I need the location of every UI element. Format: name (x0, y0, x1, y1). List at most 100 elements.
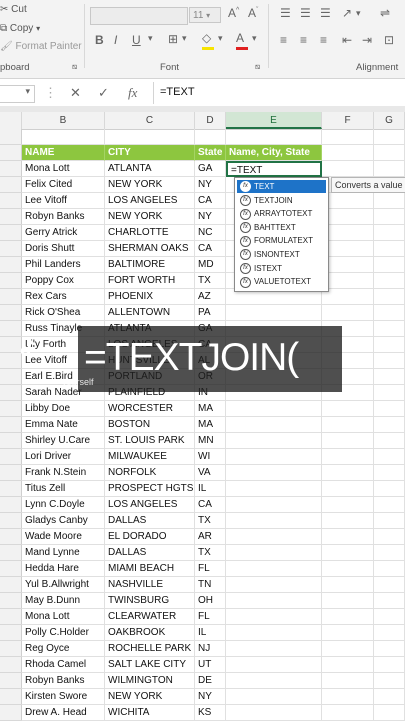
active-edit-cell[interactable]: =TEXT (226, 161, 322, 177)
autocomplete-item[interactable]: fx TEXTJOIN (237, 194, 326, 207)
row-header[interactable] (0, 641, 22, 657)
cell-g[interactable] (374, 481, 405, 497)
font-name-select[interactable] (90, 7, 188, 25)
cell-city[interactable]: LOS ANGELES (105, 193, 195, 209)
cell-name[interactable]: Kirsten Swore (22, 689, 105, 705)
cell-state[interactable]: VA (195, 465, 226, 481)
row-header[interactable] (0, 401, 22, 417)
enter-icon[interactable]: ✓ (98, 85, 109, 101)
autocomplete-item[interactable]: fx TEXT (237, 180, 326, 193)
cell-name[interactable]: Shirley U.Care (22, 433, 105, 449)
cell-state[interactable]: CA (195, 193, 226, 209)
cell-city[interactable]: PHOENIX (105, 289, 195, 305)
cell-g[interactable] (374, 401, 405, 417)
column-header-d[interactable]: D (195, 112, 226, 129)
cell-state[interactable]: OH (195, 593, 226, 609)
cell-name[interactable]: Titus Zell (22, 481, 105, 497)
cell-name[interactable]: Mona Lott (22, 609, 105, 625)
cell-g[interactable] (374, 465, 405, 481)
cell-combo[interactable] (226, 481, 322, 497)
align-middle-icon[interactable]: ☰ (300, 6, 311, 20)
cell-g[interactable] (374, 305, 405, 321)
cell-f[interactable] (322, 513, 374, 529)
chevron-down-icon[interactable]: ▾ (25, 86, 30, 97)
cell-g[interactable] (374, 193, 405, 209)
cell-combo[interactable] (226, 497, 322, 513)
cell-name[interactable]: Reg Oyce (22, 641, 105, 657)
row-header[interactable] (0, 561, 22, 577)
cell-state[interactable]: NY (195, 209, 226, 225)
row-header[interactable] (0, 673, 22, 689)
cell-combo[interactable] (226, 705, 322, 721)
row-header[interactable] (0, 481, 22, 497)
cell-f[interactable] (322, 497, 374, 513)
cell-combo[interactable] (226, 465, 322, 481)
insert-function-icon[interactable]: fx (128, 85, 137, 101)
cell-name[interactable]: Wade Moore (22, 529, 105, 545)
cell-g[interactable] (374, 497, 405, 513)
cell-name[interactable]: May B.Dunn (22, 593, 105, 609)
row-header[interactable] (0, 465, 22, 481)
borders-icon[interactable]: ⊞ (168, 32, 178, 46)
cell-state[interactable]: TX (195, 545, 226, 561)
cell-g[interactable] (374, 593, 405, 609)
row-header[interactable] (0, 593, 22, 609)
cell-name[interactable]: Felix Cited (22, 177, 105, 193)
align-right-icon[interactable]: ≡ (320, 33, 327, 47)
row-header[interactable] (0, 273, 22, 289)
cell-combo[interactable] (226, 513, 322, 529)
cell-city[interactable]: LOS ANGELES (105, 497, 195, 513)
cell-f[interactable] (322, 625, 374, 641)
cell-g[interactable] (374, 545, 405, 561)
header-cell-combo[interactable]: Name, City, State (226, 145, 322, 161)
cell-name[interactable]: Rhoda Camel (22, 657, 105, 673)
cell-combo[interactable] (226, 657, 322, 673)
font-color-icon[interactable]: A (236, 31, 248, 50)
merge-center-icon[interactable]: ⊡ (384, 33, 394, 47)
orientation-icon[interactable]: ↗ (342, 6, 352, 20)
row-header[interactable] (0, 433, 22, 449)
cell-name[interactable]: Lynn C.Doyle (22, 497, 105, 513)
align-top-icon[interactable]: ☰ (280, 6, 291, 20)
cell-combo[interactable] (226, 609, 322, 625)
cell-g[interactable] (374, 449, 405, 465)
cell-name[interactable]: Poppy Cox (22, 273, 105, 289)
cell-city[interactable]: DALLAS (105, 513, 195, 529)
format-painter-button[interactable]: 🖌 Format Painter (0, 41, 82, 52)
cell-f[interactable] (322, 289, 374, 305)
clipboard-launcher-icon[interactable]: ⧅ (72, 62, 77, 72)
cell-state[interactable]: FL (195, 561, 226, 577)
cell-state[interactable]: AR (195, 529, 226, 545)
row-header[interactable] (0, 289, 22, 305)
cell-g[interactable] (374, 209, 405, 225)
cell-g[interactable] (374, 337, 405, 353)
row-header[interactable] (0, 241, 22, 257)
cell-name[interactable]: Emma Nate (22, 417, 105, 433)
cell-g[interactable] (374, 625, 405, 641)
italic-button[interactable]: I (114, 33, 117, 47)
header-cell-state[interactable]: State (195, 145, 226, 161)
autocomplete-item[interactable]: fx ISNONTEXT (237, 248, 326, 261)
cell-g[interactable] (374, 385, 405, 401)
cell-city[interactable]: MIAMI BEACH (105, 561, 195, 577)
cell-name[interactable]: Robyn Banks (22, 673, 105, 689)
cell-city[interactable]: CHARLOTTE (105, 225, 195, 241)
empty-cell[interactable] (105, 129, 195, 145)
cell-g[interactable] (374, 705, 405, 721)
cell-state[interactable]: MD (195, 257, 226, 273)
cell-city[interactable]: DALLAS (105, 545, 195, 561)
cell-g[interactable] (374, 433, 405, 449)
cell-g[interactable] (374, 529, 405, 545)
column-header-f[interactable]: F (322, 112, 374, 129)
cell-g[interactable] (374, 353, 405, 369)
cell-g[interactable] (374, 641, 405, 657)
cell-combo[interactable] (226, 305, 322, 321)
cell-f[interactable] (322, 545, 374, 561)
cell-name[interactable]: Gerry Atrick (22, 225, 105, 241)
row-header[interactable] (0, 145, 22, 161)
row-header[interactable] (0, 689, 22, 705)
cell-state[interactable]: TX (195, 273, 226, 289)
cell-combo[interactable] (226, 401, 322, 417)
empty-cell[interactable] (226, 129, 322, 145)
cut-button[interactable]: ✂ Cut (0, 4, 27, 15)
